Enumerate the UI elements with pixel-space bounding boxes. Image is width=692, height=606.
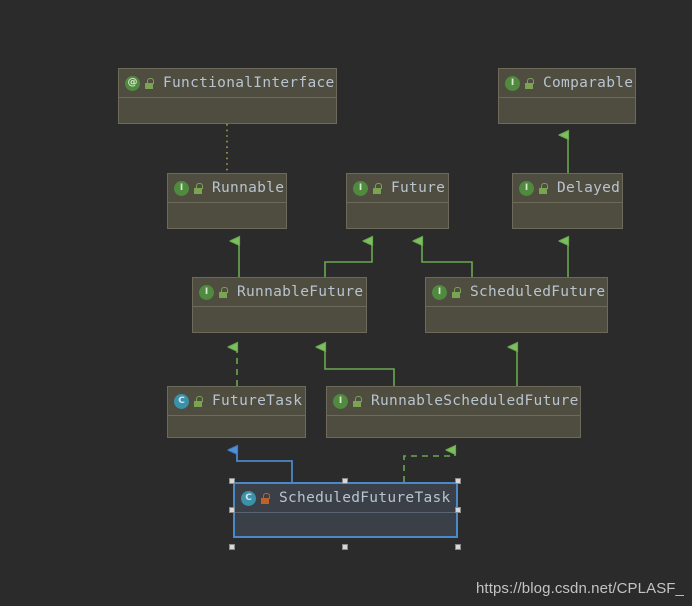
node-header: I Comparable [499,69,635,98]
node-header: I Future [347,174,448,203]
uml-diagram-canvas: @ FunctionalInterface I Comparable I Run… [0,0,692,606]
public-lock-icon [524,77,534,89]
node-members-area [168,203,286,257]
class-icon: C [174,393,189,409]
selection-handle-middle-right[interactable] [455,507,461,513]
node-header: I ScheduledFuture [426,278,607,307]
node-name-label: Delayed [557,179,621,196]
uml-node-scheduled-future-task[interactable]: C ScheduledFutureTask [233,482,458,538]
watermark-text: https://blog.csdn.net/CPLASF_ [475,580,684,597]
public-lock-icon [193,182,203,194]
node-header: I Delayed [513,174,622,203]
uml-node-future-task[interactable]: C FutureTask [167,386,306,438]
uml-node-delayed[interactable]: I Delayed [512,173,623,229]
node-members-area [426,307,607,361]
node-header: I RunnableFuture [193,278,366,307]
selection-handle-bottom-center[interactable] [342,544,348,550]
annotation-icon: @ [125,75,140,91]
interface-icon: I [174,180,189,196]
private-lock-icon [260,492,270,504]
node-name-label: Comparable [543,74,634,91]
class-icon: C [241,490,256,506]
interface-icon: I [333,393,348,409]
public-lock-icon [451,286,461,298]
interface-icon: I [519,180,534,196]
public-lock-icon [218,286,228,298]
node-members-area [327,416,580,466]
uml-node-runnable[interactable]: I Runnable [167,173,287,229]
public-lock-icon [538,182,548,194]
interface-icon: I [432,284,447,300]
public-lock-icon [144,77,154,89]
node-members-area [235,513,456,565]
selection-handle-middle-left[interactable] [229,507,235,513]
node-header: I RunnableScheduledFuture [327,387,580,416]
selection-handle-bottom-left[interactable] [229,544,235,550]
node-name-label: FutureTask [212,392,303,409]
selection-handle-top-center[interactable] [342,478,348,484]
uml-node-functional-interface[interactable]: @ FunctionalInterface [118,68,337,124]
uml-node-scheduled-future[interactable]: I ScheduledFuture [425,277,608,333]
public-lock-icon [352,395,362,407]
node-header: @ FunctionalInterface [119,69,336,98]
node-header: C ScheduledFutureTask [235,484,456,513]
selection-handle-bottom-right[interactable] [455,544,461,550]
interface-icon: I [353,180,368,196]
uml-node-future[interactable]: I Future [346,173,449,229]
node-members-area [499,98,635,152]
public-lock-icon [193,395,203,407]
interface-icon: I [505,75,520,91]
selection-handle-top-left[interactable] [229,478,235,484]
node-name-label: Future [391,179,446,196]
node-name-label: ScheduledFutureTask [279,489,451,506]
node-header: C FutureTask [168,387,305,416]
node-members-area [347,203,448,257]
node-name-label: RunnableFuture [237,283,364,300]
node-name-label: FunctionalInterface [163,74,335,91]
node-members-area [168,416,305,466]
interface-icon: I [199,284,214,300]
public-lock-icon [372,182,382,194]
node-members-area [513,203,622,257]
node-header: I Runnable [168,174,286,203]
node-name-label: RunnableScheduledFuture [371,392,579,409]
uml-node-runnable-scheduled-future[interactable]: I RunnableScheduledFuture [326,386,581,438]
selection-handle-top-right[interactable] [455,478,461,484]
node-name-label: Runnable [212,179,285,196]
node-members-area [119,98,336,152]
node-members-area [193,307,366,361]
uml-node-runnable-future[interactable]: I RunnableFuture [192,277,367,333]
node-name-label: ScheduledFuture [470,283,606,300]
uml-node-comparable[interactable]: I Comparable [498,68,636,124]
